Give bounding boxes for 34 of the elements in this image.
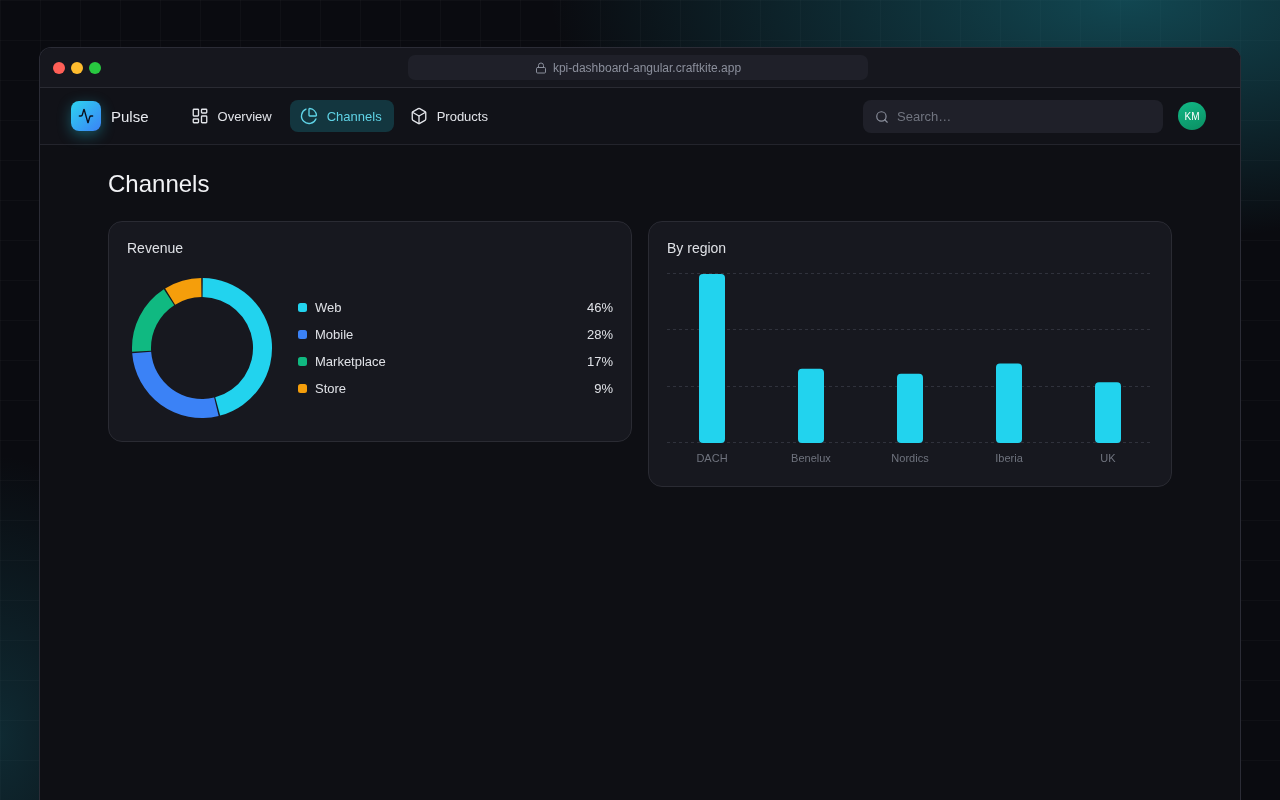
legend-value: 17% [586, 354, 613, 369]
cube-icon [409, 107, 428, 125]
brand-name: Pulse [111, 107, 149, 125]
axis-label: Benelux [791, 452, 831, 464]
axis-label: Nordics [891, 452, 929, 464]
nav-tab[interactable]: Channels [289, 100, 394, 132]
window-close-icon[interactable] [53, 61, 65, 74]
search-icon [875, 109, 889, 124]
legend-value: 9% [594, 381, 613, 396]
dashboard-grid-icon [190, 107, 209, 125]
legend-label: Marketplace [315, 354, 386, 369]
nav-tab[interactable]: Overview [180, 100, 284, 132]
window-zoom-icon[interactable] [89, 61, 101, 74]
search-field[interactable]: Search… [863, 99, 1163, 133]
chart-bar [897, 373, 923, 443]
pulse-logo-icon [71, 101, 101, 131]
lock-icon [534, 61, 547, 74]
legend-label: Web [315, 300, 342, 315]
legend-label: Store [315, 381, 347, 396]
axis-label: UK [1100, 452, 1116, 464]
chart-bar [1095, 382, 1121, 443]
card-title: Revenue [127, 239, 185, 257]
legend-label: Mobile [315, 327, 354, 342]
window-minimize-icon[interactable] [71, 61, 83, 74]
legend-value: 28% [586, 327, 613, 342]
page-title: Channels [108, 169, 211, 199]
legend-value: 46% [586, 300, 613, 315]
pie-chart-icon [299, 107, 318, 125]
card-title: By region [667, 239, 728, 257]
nav-tab[interactable]: Products [399, 100, 500, 132]
axis-label: DACH [696, 452, 728, 464]
url-text: kpi-dashboard-angular.craftkite.app [552, 60, 742, 75]
address-bar[interactable]: kpi-dashboard-angular.craftkite.app [408, 55, 868, 80]
axis-label: Iberia [995, 452, 1023, 464]
